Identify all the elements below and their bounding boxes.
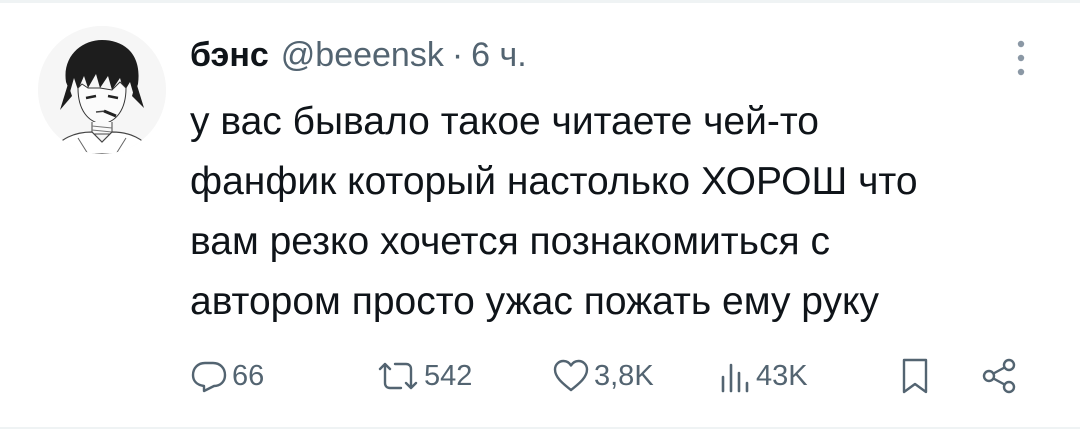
separator-dot: · xyxy=(451,35,464,74)
retweet-icon xyxy=(376,357,420,395)
bookmark-icon xyxy=(898,356,932,396)
tweet-text-line: вам резко хочется познакомиться с xyxy=(190,220,830,263)
tweet-header: бэнс @beeensk · 6 ч. xyxy=(190,30,527,80)
more-options-button[interactable] xyxy=(1006,36,1036,80)
tweet-text-line: у вас бывало такое читаете чей-то xyxy=(190,100,819,143)
reply-count: 66 xyxy=(232,359,265,392)
timestamp[interactable]: 6 ч. xyxy=(471,36,527,75)
tweet-text-line: фанфик который настолько ХОРОШ что xyxy=(190,160,918,203)
retweet-button[interactable]: 542 xyxy=(376,352,472,400)
views-icon xyxy=(718,357,752,395)
bookmark-button[interactable] xyxy=(898,352,932,400)
more-vertical-icon xyxy=(1017,40,1025,76)
avatar-illustration xyxy=(38,26,166,154)
tweet-text-line: автором просто ужас пожать ему руку xyxy=(190,280,880,323)
reply-icon xyxy=(190,357,228,395)
share-button[interactable] xyxy=(980,352,1018,400)
author-handle[interactable]: @beeensk xyxy=(281,36,444,75)
share-icon xyxy=(980,356,1018,396)
retweet-count: 542 xyxy=(424,359,473,392)
tweet-text: у вас бывало такое читаете чей-то фанфик… xyxy=(190,92,1050,332)
avatar[interactable] xyxy=(38,26,166,154)
action-bar: 66 542 3,8K 43K xyxy=(190,352,1030,400)
reply-button[interactable]: 66 xyxy=(190,352,264,400)
like-count: 3,8K xyxy=(594,359,654,392)
heart-icon xyxy=(552,357,590,395)
like-button[interactable]: 3,8K xyxy=(552,352,654,400)
author-name[interactable]: бэнс xyxy=(190,36,269,75)
views-count: 43K xyxy=(756,359,808,392)
views-button[interactable]: 43K xyxy=(718,352,808,400)
top-divider xyxy=(0,0,1080,3)
